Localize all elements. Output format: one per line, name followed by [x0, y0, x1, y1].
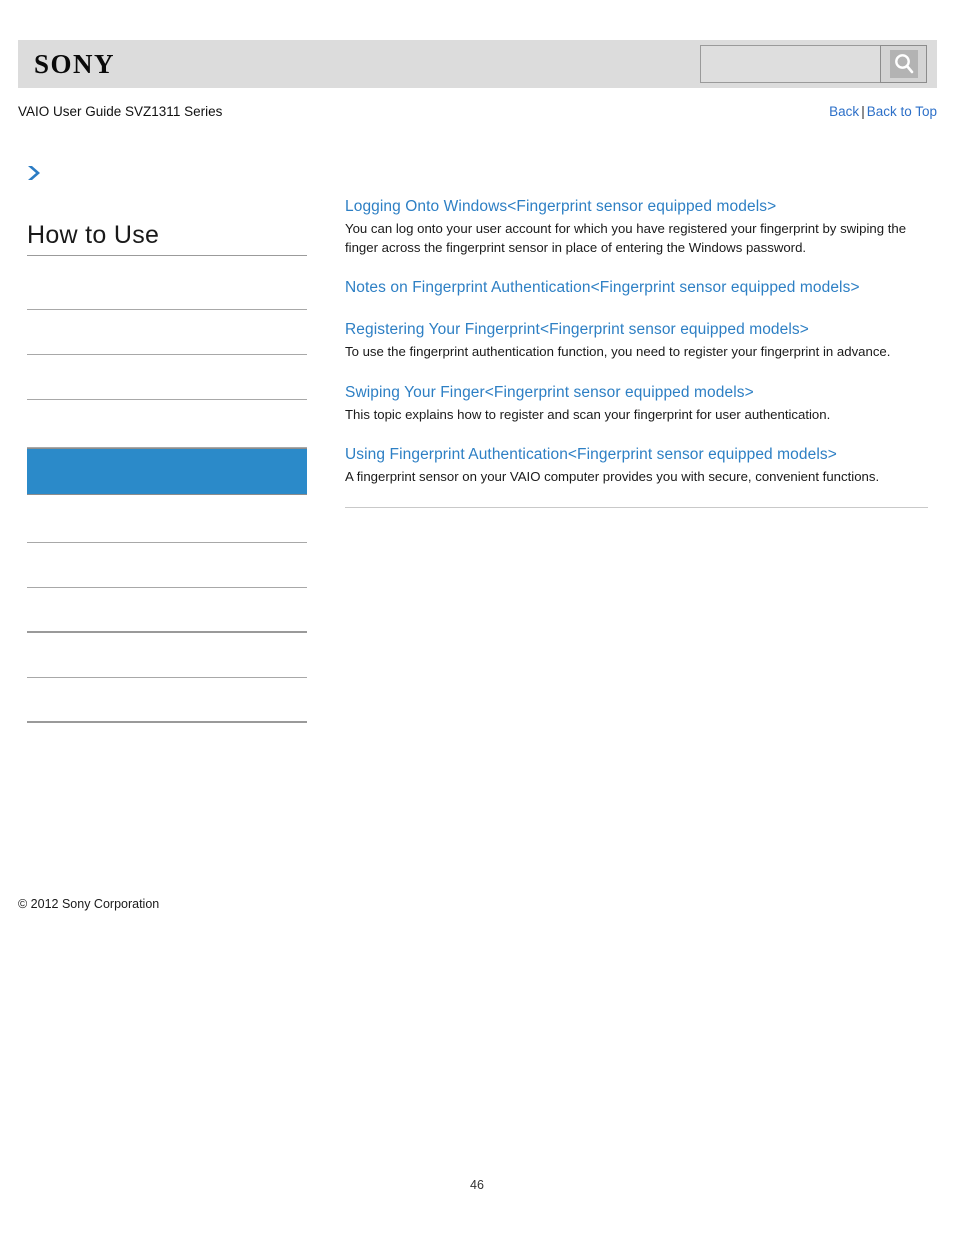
- search-area: [700, 45, 927, 83]
- back-to-top-link[interactable]: Back to Top: [867, 104, 937, 119]
- sidebar-item-7[interactable]: [27, 543, 307, 588]
- sony-logo: SONY: [34, 49, 116, 79]
- sidebar-item-4[interactable]: [27, 400, 307, 448]
- topic-item: Logging Onto Windows<Fingerprint sensor …: [345, 196, 928, 257]
- topic-item: Notes on Fingerprint Authentication<Fing…: [345, 277, 928, 299]
- topic-link[interactable]: Notes on Fingerprint Authentication<Fing…: [345, 277, 928, 299]
- sidebar-item-1[interactable]: [27, 265, 307, 310]
- search-button[interactable]: [880, 45, 927, 83]
- header-nav-links: Back | Back to Top: [829, 102, 937, 122]
- topic-link[interactable]: Logging Onto Windows<Fingerprint sensor …: [345, 196, 928, 218]
- search-input[interactable]: [700, 45, 880, 83]
- content-bottom-divider: [345, 506, 928, 508]
- guide-title: VAIO User Guide SVZ1311 Series: [18, 104, 223, 119]
- topic-link[interactable]: Registering Your Fingerprint<Fingerprint…: [345, 319, 928, 341]
- nav-separator: |: [861, 104, 865, 119]
- topic-item: Registering Your Fingerprint<Fingerprint…: [345, 319, 928, 362]
- search-icon: [889, 50, 918, 78]
- topic-item: Swiping Your Finger<Fingerprint sensor e…: [345, 382, 928, 425]
- chevron-right-icon[interactable]: [23, 162, 45, 184]
- topic-description: This topic explains how to register and …: [345, 406, 831, 422]
- sidebar-item-10[interactable]: [27, 678, 307, 723]
- sidebar-item-2[interactable]: [27, 310, 307, 355]
- sidebar-item-3[interactable]: [27, 355, 307, 400]
- topic-link[interactable]: Using Fingerprint Authentication<Fingerp…: [345, 444, 928, 466]
- site-header: SONY: [18, 40, 937, 88]
- copyright-text: © 2012 Sony Corporation: [18, 897, 160, 911]
- topic-description: A fingerprint sensor on your VAIO comput…: [345, 469, 880, 484]
- main-content: Logging Onto Windows<Fingerprint sensor …: [345, 196, 928, 508]
- back-link[interactable]: Back: [829, 104, 859, 119]
- sidebar-item-9[interactable]: [27, 633, 307, 678]
- topic-description: You can log onto your user account for w…: [345, 221, 907, 255]
- page-title: How to Use: [27, 219, 307, 256]
- topic-item: Using Fingerprint Authentication<Fingerp…: [345, 444, 928, 487]
- sidebar-item-8[interactable]: [27, 588, 307, 633]
- topic-link[interactable]: Swiping Your Finger<Fingerprint sensor e…: [345, 382, 928, 404]
- page-root: SONY VAIO User Guide SVZ1311 Series Back…: [0, 0, 954, 1235]
- sidebar-nav-list: [27, 265, 307, 723]
- sidebar-item-6[interactable]: [27, 495, 307, 543]
- sidebar-item-5-selected[interactable]: [27, 448, 307, 495]
- topic-description: To use the fingerprint authentication fu…: [345, 344, 891, 359]
- subheader: VAIO User Guide SVZ1311 Series Back | Back…: [18, 102, 937, 122]
- page-number: 46: [470, 1178, 484, 1192]
